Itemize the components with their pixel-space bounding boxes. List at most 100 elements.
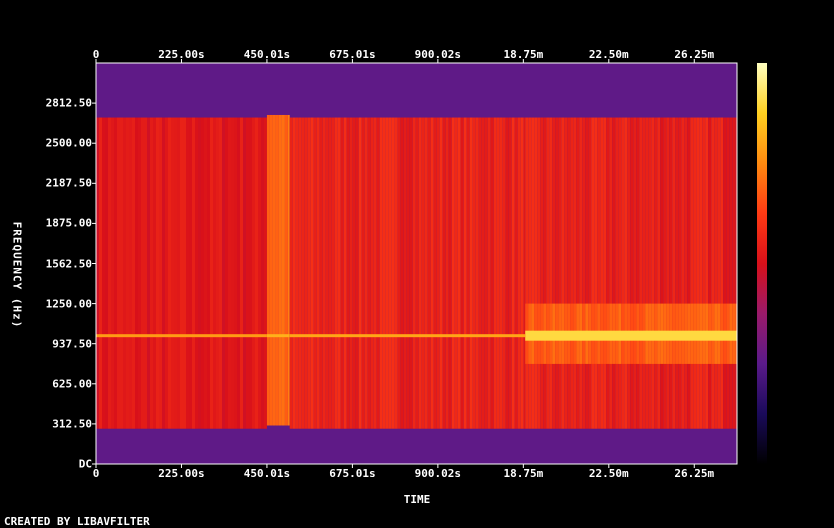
spectrogram-column (445, 117, 449, 429)
spectrogram-column (281, 114, 285, 426)
spectrogram-plot-area (96, 63, 737, 464)
x-tick-label-bottom: 26.25m (674, 467, 715, 480)
spectrogram-column (570, 117, 574, 429)
spectrogram-column (403, 117, 407, 429)
x-tick-label-bottom: 900.02s (414, 467, 462, 480)
spectrogram-column (156, 117, 159, 429)
spectrogram-column (313, 117, 317, 429)
spectrogram-column (328, 117, 332, 429)
spectrogram-column (633, 117, 637, 429)
y-tick-label: 625.00 (52, 377, 92, 391)
y-tick-label: 2812.50 (45, 96, 92, 110)
spectrogram-column (298, 117, 302, 429)
spectrogram-column (487, 117, 491, 429)
spectrogram-column (463, 117, 467, 429)
spectrogram-column (457, 117, 461, 429)
spectrogram-column (183, 117, 186, 429)
spectrogram-column (147, 117, 150, 429)
spectrogram-column (582, 117, 586, 429)
spectrogram-column (684, 117, 688, 429)
spectrogram-column (669, 117, 673, 429)
spectrogram-column (502, 117, 506, 429)
spectrogram-column (397, 117, 401, 429)
spectrogram-column (249, 117, 252, 429)
spectrogram-column (287, 114, 290, 426)
spectrogram-column (258, 117, 261, 429)
spectrogram-column (711, 117, 715, 429)
y-tick-label: 1562.50 (45, 257, 92, 270)
spectrogram-column (696, 117, 700, 429)
spectrogram-column (289, 117, 293, 429)
spectrogram-column (543, 117, 547, 429)
spectrogram-column (594, 117, 598, 429)
spectrogram-column (150, 117, 153, 429)
spectrogram-column (714, 117, 718, 429)
spectrogram-column (720, 117, 724, 429)
spectrogram-column (295, 117, 299, 429)
spectrogram-column (508, 117, 512, 429)
x-tick-label-bottom: 675.01s (329, 467, 376, 480)
spectrogram-column (307, 117, 311, 429)
spectrogram-column (726, 117, 730, 429)
spectrogram-column (334, 117, 338, 429)
spectrogram-column (579, 117, 583, 429)
spectrogram-column (505, 117, 509, 429)
spectrogram-column (189, 117, 192, 429)
x-tick-label-top: 450.01s (243, 48, 291, 61)
spectrogram-column (451, 117, 455, 429)
spectrogram-column (490, 117, 494, 429)
y-tick-label: 937.50 (52, 337, 92, 351)
spectrogram-column (723, 117, 727, 429)
spectrogram-column (517, 117, 521, 429)
spectrogram-column (255, 117, 258, 429)
spectrogram-column (180, 117, 183, 429)
x-tick-label-top: 900.02s (414, 48, 462, 61)
spectrogram-column (469, 117, 473, 429)
spectrogram-column (612, 117, 616, 429)
spectrogram-column (642, 117, 646, 429)
tone-line (266, 334, 290, 338)
spectrogram-column (708, 117, 712, 429)
spectrogram-column (102, 117, 105, 429)
spectrogram-column (278, 114, 282, 426)
spectrogram-column (421, 117, 425, 429)
spectrogram-column (460, 117, 464, 429)
spectrogram-column (675, 117, 679, 429)
spectrogram-column (666, 117, 670, 429)
spectrogram-column (361, 117, 365, 429)
spectrogram-column (322, 117, 326, 429)
spectrogram-column (225, 117, 228, 429)
spectrogram-column (272, 114, 276, 426)
spectrogram-column (355, 117, 359, 429)
spectrogram-column (702, 117, 706, 429)
spectrogram-column (349, 117, 353, 429)
spectrogram-column (367, 117, 371, 429)
spectrogram-column (549, 117, 553, 429)
spectrogram-column (310, 117, 314, 429)
spectrogram-column (439, 117, 443, 429)
spectrogram-column (394, 117, 398, 429)
spectrogram-column (261, 117, 264, 429)
x-tick-label-bottom: 18.75m (503, 467, 544, 480)
spectrogram-column (567, 117, 571, 429)
spectrogram-column (433, 117, 437, 429)
spectrogram-column (681, 117, 685, 429)
spectrogram-column (358, 117, 362, 429)
spectrogram-column (597, 117, 601, 429)
spectrogram-column (388, 117, 392, 429)
spectrogram-column (316, 117, 320, 429)
spectrogram-column (651, 117, 655, 429)
spectrogram-column (499, 117, 503, 429)
spectrogram-column (645, 117, 649, 429)
y-tick-label: 1875.00 (45, 216, 92, 230)
spectrogram-column (406, 117, 410, 429)
spectrogram-column (301, 117, 305, 429)
spectrogram-column (352, 117, 356, 429)
spectrogram-column (198, 117, 201, 429)
spectrogram-column (373, 117, 377, 429)
spectrogram-column (576, 117, 580, 429)
spectrogram-column (729, 117, 733, 429)
spectrogram-column (475, 117, 479, 429)
spectrogram-column (409, 117, 413, 429)
x-tick-label-bottom: 0 (92, 467, 100, 480)
